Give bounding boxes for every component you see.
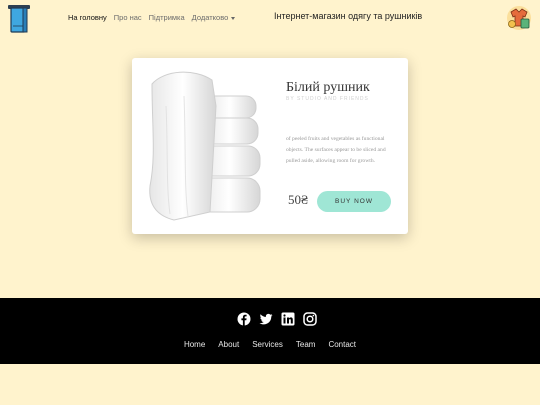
towel-logo-icon[interactable] [7,4,31,34]
footer-link-about[interactable]: About [218,340,239,349]
buy-now-button[interactable]: BUY NOW [317,191,391,212]
footer-link-contact[interactable]: Contact [328,340,356,349]
product-price: 50₴ [288,192,309,207]
social-links [237,312,317,326]
linkedin-icon[interactable] [281,312,295,326]
instagram-icon[interactable] [303,312,317,326]
nav-more-label: Додатково [191,13,229,22]
facebook-icon[interactable] [237,312,251,326]
footer-links: Home About Services Team Contact [0,340,540,349]
chevron-down-icon [231,16,236,20]
nav-about[interactable]: Про нас [114,13,142,22]
product-title: Білий рушник [286,80,370,95]
footer-link-team[interactable]: Team [296,340,316,349]
nav-home[interactable]: На головну [68,13,107,22]
clothes-logo-icon[interactable] [505,4,533,32]
product-card: Білий рушник BY STUDIO AND FRIENDS of pe… [132,58,408,234]
nav-menu: На головну Про нас Підтримка Додатково [68,13,236,22]
footer: Home About Services Team Contact [0,298,540,364]
nav-support[interactable]: Підтримка [149,13,185,22]
product-image [144,66,264,226]
twitter-icon[interactable] [259,312,273,326]
footer-link-services[interactable]: Services [252,340,283,349]
site-title: Інтернет-магазин одягу та рушників [274,11,423,21]
product-description: of peeled fruits and vegetables as funct… [286,136,386,164]
footer-link-home[interactable]: Home [184,340,205,349]
nav-more-dropdown[interactable]: Додатково [192,13,236,22]
navbar: На головну Про нас Підтримка Додатково І… [0,0,540,36]
product-subtitle: BY STUDIO AND FRIENDS [286,96,369,102]
